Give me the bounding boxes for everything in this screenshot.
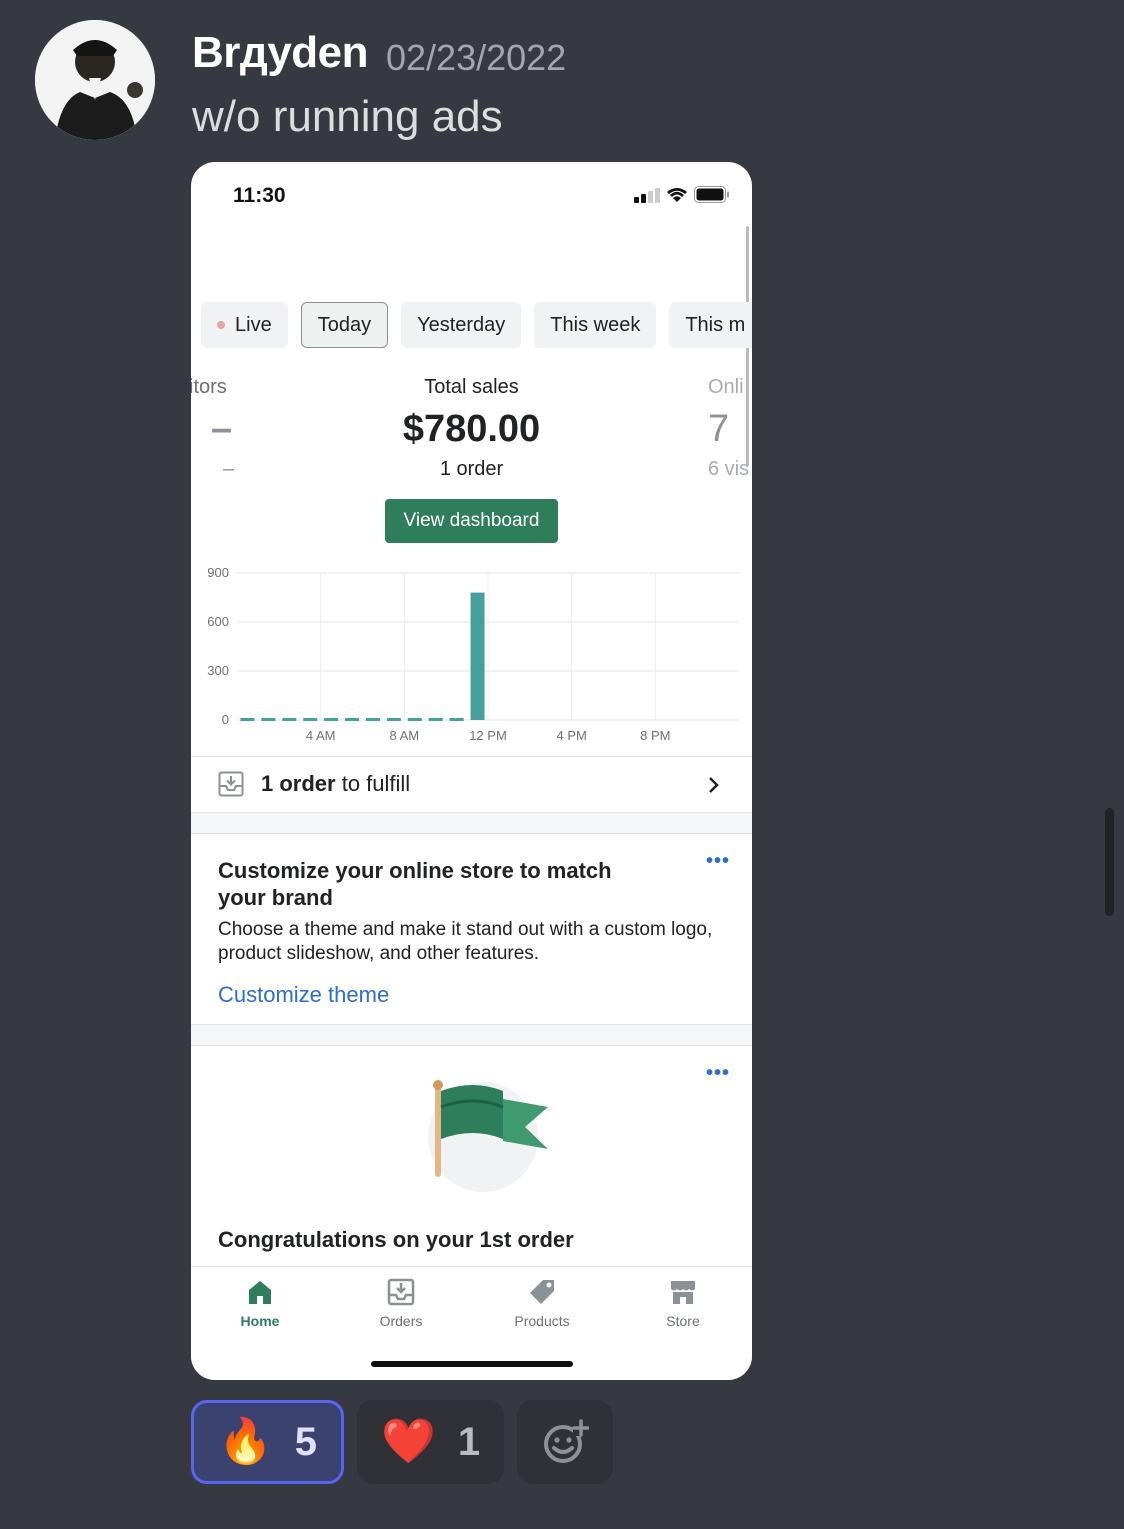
fulfill-row[interactable]: 1 order to fulfill [191, 756, 752, 812]
chart-bar [365, 718, 380, 721]
status-icons [634, 186, 730, 203]
x-tick-label: 8 PM [640, 728, 670, 743]
message-timestamp: 02/23/2022 [386, 37, 567, 78]
battery-icon [694, 186, 729, 203]
chart-bar [345, 718, 360, 721]
chart-bar [282, 718, 297, 721]
customize-card-menu-icon[interactable]: ••• [706, 850, 730, 873]
congrats-card-title: Congratulations on your 1st order [218, 1227, 574, 1252]
chart-bar [428, 718, 443, 721]
x-tick-label: 4 PM [556, 728, 586, 743]
x-tick-label: 8 AM [390, 728, 420, 743]
x-tick-label: 4 AM [306, 728, 336, 743]
customize-card-title: Customize your online store to match you… [218, 858, 612, 910]
reaction-fire[interactable]: 🔥 5 [191, 1400, 345, 1484]
y-tick-label: 0 [222, 712, 229, 727]
tab-live[interactable]: Live [201, 302, 288, 348]
chart-bar [240, 718, 255, 721]
total-sales-value: $780.00 [402, 408, 541, 450]
online-label: Onli [708, 376, 744, 398]
section-divider [191, 812, 752, 834]
status-time: 11:30 [233, 184, 286, 207]
flag-illustration-icon [428, 1080, 548, 1192]
nav-home[interactable]: Home [205, 1277, 315, 1329]
total-sales-label: Total sales [424, 376, 519, 398]
tag-icon [530, 1280, 554, 1304]
home-indicator [371, 1361, 573, 1367]
attached-screenshot[interactable]: 11:30 Live Today Yesterday This week Thi… [191, 162, 752, 1380]
online-sub: 6 vis [708, 458, 750, 480]
section-divider [191, 1024, 752, 1046]
tab-this-week[interactable]: This week [534, 302, 657, 348]
avatar[interactable] [35, 20, 155, 140]
reaction-count: 1 [457, 1419, 481, 1464]
chart-bar [386, 718, 401, 721]
view-dashboard-button[interactable]: View dashboard [385, 499, 558, 543]
signal-icon [634, 188, 660, 203]
congrats-card-menu-icon[interactable]: ••• [706, 1062, 730, 1085]
chart-bar [324, 718, 339, 721]
nav-orders[interactable]: Orders [346, 1277, 456, 1329]
message-text: w/o running ads [192, 92, 503, 141]
chart-bar [303, 718, 318, 721]
live-dot-icon [217, 321, 225, 329]
orders-icon [387, 1278, 415, 1306]
tab-this-month[interactable]: This m [669, 302, 752, 348]
tab-yesterday[interactable]: Yesterday [401, 302, 522, 348]
chat-scrollbar[interactable] [1105, 808, 1114, 916]
sales-chart: 0 300 600 900 4 AM 8 AM 12 PM 4 PM 8 PM [207, 565, 739, 743]
reaction-heart[interactable]: ❤️ 1 [357, 1400, 505, 1484]
y-tick-label: 300 [207, 663, 229, 678]
x-tick-label: 12 PM [469, 728, 507, 743]
customize-card-body: Choose a theme and make it stand out wit… [218, 919, 713, 964]
nav-store[interactable]: Store [628, 1277, 738, 1329]
reaction-count: 5 [294, 1419, 318, 1464]
add-reaction-icon [544, 1419, 590, 1463]
chart-bar [470, 592, 485, 720]
y-tick-label: 900 [207, 565, 229, 580]
online-value: 7 [708, 408, 730, 450]
chart-bar [261, 718, 276, 721]
add-reaction-button[interactable] [517, 1400, 614, 1484]
chart-bar [449, 718, 464, 721]
nav-products[interactable]: Products [487, 1277, 597, 1329]
username[interactable]: Brдyden [192, 28, 369, 78]
heart-icon: ❤️ [381, 1417, 436, 1466]
chart-bar [407, 718, 422, 721]
y-tick-label: 600 [207, 614, 229, 629]
orders-inbox-icon [218, 771, 244, 797]
wifi-icon [667, 188, 687, 202]
tab-today[interactable]: Today [300, 302, 389, 348]
order-count: 1 order [439, 458, 504, 480]
date-range-tabs: Live Today Yesterday This week This m [201, 302, 752, 348]
fire-icon: 🔥 [218, 1417, 273, 1466]
store-icon [671, 1281, 695, 1304]
reactions-bar: 🔥 5 ❤️ 1 [191, 1400, 614, 1484]
chevron-right-icon [709, 777, 719, 793]
fulfill-text: 1 order to fulfill [261, 771, 411, 796]
home-icon [249, 1281, 271, 1304]
customize-theme-link[interactable]: Customize theme [218, 982, 389, 1008]
